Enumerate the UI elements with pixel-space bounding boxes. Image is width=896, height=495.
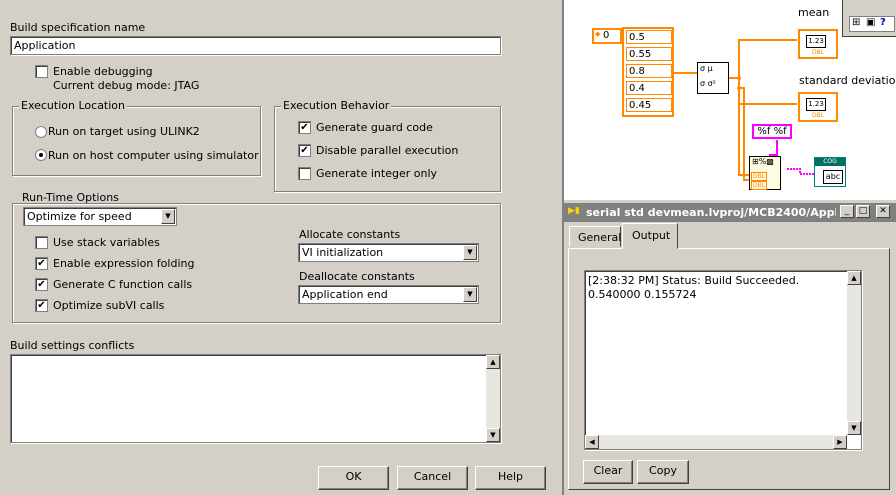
format-node-icon: ⊞%▩ — [752, 157, 774, 166]
output-window-title: serial std devmean.lvproj/MCB2400/Applic… — [586, 206, 836, 219]
conflicts-scrollbar[interactable]: ▲ ▼ — [486, 355, 500, 442]
radio-run-on-host[interactable] — [35, 149, 47, 161]
deallocate-constants-label: Deallocate constants — [299, 270, 415, 283]
scroll-down-icon[interactable]: ▼ — [847, 421, 861, 435]
format-into-string-node[interactable]: ⊞%▩ DBL DBL — [749, 156, 781, 190]
output-line: [2:38:32 PM] Status: Build Succeeded. — [588, 274, 800, 287]
ok-button[interactable]: OK — [318, 466, 389, 490]
conflicts-textarea[interactable]: ▲ ▼ — [10, 354, 501, 443]
tab-output[interactable]: Output — [622, 223, 678, 249]
cog-string-indicator[interactable]: COG abc — [814, 157, 846, 187]
allocate-constants-label: Allocate constants — [299, 228, 401, 241]
format-string-constant[interactable]: %f %f — [752, 124, 792, 139]
scroll-up-icon[interactable]: ▲ — [486, 355, 500, 369]
generate-c-function-calls-checkbox[interactable]: ✔ — [35, 278, 48, 291]
array-element[interactable]: 0.45 — [626, 98, 672, 112]
array-index-value: 0 — [603, 30, 610, 41]
format-node-dbl-1: DBL — [751, 172, 768, 181]
enable-expression-folding-label: Enable expression folding — [53, 257, 195, 270]
std-deviation-indicator[interactable]: 1.23 DBL — [798, 92, 838, 122]
array-element[interactable]: 0.5 — [626, 30, 672, 44]
close-icon[interactable]: ✕ — [876, 205, 890, 218]
generate-guard-code-label: Generate guard code — [316, 121, 433, 134]
use-stack-variables-checkbox[interactable] — [35, 236, 48, 249]
cog-label: COG — [815, 158, 845, 166]
chevron-down-icon: ▼ — [463, 245, 477, 260]
output-window-titlebar[interactable]: ▶▮ serial std devmean.lvproj/MCB2400/App… — [564, 203, 896, 222]
execution-location-group: Execution Location — [12, 99, 261, 176]
enable-expression-folding-checkbox[interactable]: ✔ — [35, 257, 48, 270]
mean-indicator[interactable]: 1.23 DBL — [798, 29, 838, 59]
execution-location-title: Execution Location — [19, 99, 128, 112]
mean-dbl-tag: DBL — [812, 49, 825, 56]
generate-integer-only-label: Generate integer only — [316, 167, 438, 180]
cancel-button[interactable]: Cancel — [397, 466, 468, 490]
std-node-top: σ μ — [700, 64, 713, 73]
chevron-down-icon: ▼ — [161, 209, 175, 224]
mean-label: mean — [798, 6, 830, 19]
labview-icon: ▶▮ — [568, 206, 580, 216]
build-spec-name-label: Build specification name — [10, 21, 146, 34]
output-line: 0.540000 0.155724 — [588, 288, 697, 301]
scroll-up-icon[interactable]: ▲ — [847, 271, 861, 285]
abc-label: abc — [823, 170, 843, 184]
output-textarea[interactable]: [2:38:32 PM] Status: Build Succeeded. 0.… — [584, 270, 862, 450]
deallocate-constants-dropdown[interactable]: Application end ▼ — [298, 285, 479, 304]
optimize-dropdown[interactable]: Optimize for speed ▼ — [23, 207, 177, 226]
help-button[interactable]: Help — [475, 466, 546, 490]
chevron-down-icon: ▼ — [463, 287, 477, 302]
scroll-right-icon[interactable]: ▶ — [833, 435, 847, 449]
array-index-control[interactable]: ◆ 0 — [592, 28, 622, 44]
tab-output-label: Output — [632, 229, 671, 242]
enable-debugging-label: Enable debugging — [53, 65, 153, 78]
generate-guard-code-checkbox[interactable]: ✔ — [298, 121, 311, 134]
radio-run-on-target-label: Run on target using ULINK2 — [48, 125, 200, 138]
tab-general-label: General — [578, 231, 622, 244]
radio-run-on-host-label: Run on host computer using simulator — [48, 149, 259, 162]
minimize-icon[interactable]: _ — [840, 205, 854, 218]
array-element[interactable]: 0.4 — [626, 81, 672, 95]
format-node-dbl-2: DBL — [751, 181, 768, 190]
clear-button[interactable]: Clear — [583, 460, 633, 484]
tab-general[interactable]: General — [569, 226, 621, 247]
use-stack-variables-label: Use stack variables — [53, 236, 160, 249]
conflicts-label: Build settings conflicts — [10, 339, 135, 352]
std-deviation-node[interactable]: σ μ σ σ² — [697, 62, 729, 94]
scroll-left-icon[interactable]: ◀ — [585, 435, 599, 449]
generate-c-function-calls-label: Generate C function calls — [53, 278, 193, 291]
radio-run-on-target[interactable] — [35, 126, 47, 138]
generate-integer-only-checkbox[interactable] — [298, 167, 311, 180]
optimize-subvi-calls-label: Optimize subVI calls — [53, 299, 165, 312]
array-element[interactable]: 0.8 — [626, 64, 672, 78]
std-dbl-tag: DBL — [812, 112, 825, 119]
build-spec-name-input[interactable]: Application — [10, 36, 501, 55]
output-vscroll[interactable]: ▲ ▼ — [847, 271, 861, 435]
execution-behavior-title: Execution Behavior — [281, 99, 392, 112]
enable-debugging-checkbox[interactable] — [35, 65, 48, 78]
copy-button[interactable]: Copy — [637, 460, 689, 484]
build-spec-name-value: Application — [14, 39, 76, 52]
std-node-bottom: σ σ² — [700, 79, 716, 88]
radio-selected-dot — [39, 153, 43, 157]
deallocate-constants-value: Application end — [302, 288, 388, 301]
allocate-constants-value: VI initialization — [302, 246, 384, 259]
maximize-icon[interactable]: □ — [856, 205, 870, 218]
disable-parallel-execution-label: Disable parallel execution — [316, 144, 459, 157]
array-element[interactable]: 0.55 — [626, 47, 672, 61]
scroll-down-icon[interactable]: ▼ — [486, 428, 500, 442]
std-indicator-display: 1.23 — [806, 98, 826, 111]
spin-icon: ◆ — [595, 30, 601, 38]
mean-indicator-display: 1.23 — [806, 35, 826, 48]
std-deviation-label: standard deviation — [799, 74, 896, 87]
optimize-dropdown-value: Optimize for speed — [27, 210, 132, 223]
debug-mode-text: Current debug mode: JTAG — [53, 79, 200, 92]
optimize-subvi-calls-checkbox[interactable]: ✔ — [35, 299, 48, 312]
disable-parallel-execution-checkbox[interactable]: ✔ — [298, 144, 311, 157]
allocate-constants-dropdown[interactable]: VI initialization ▼ — [298, 243, 479, 262]
output-hscroll[interactable]: ◀ ▶ — [585, 435, 847, 449]
